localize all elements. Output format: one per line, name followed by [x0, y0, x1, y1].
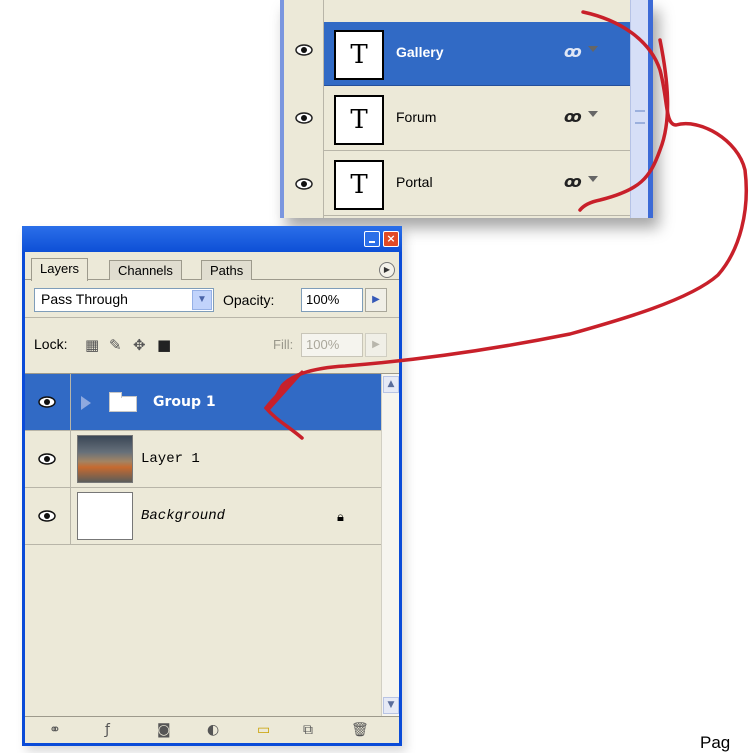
expand-effects-icon[interactable]: [588, 176, 598, 182]
layer-row-group-1[interactable]: Group 1: [25, 374, 381, 431]
minimize-button[interactable]: [364, 231, 380, 247]
layer-row-layer-1[interactable]: Layer 1: [25, 431, 381, 488]
image-layer-thumbnail: [77, 435, 133, 483]
fill-input[interactable]: 100%: [301, 333, 363, 357]
eye-icon[interactable]: [294, 44, 314, 56]
text-layer-thumbnail: T: [334, 160, 384, 210]
layer-effects-icon[interactable]: ꝏ: [564, 107, 582, 126]
layer-name: Forum: [396, 109, 437, 125]
layer-name: Portal: [396, 174, 433, 190]
eye-icon[interactable]: [37, 453, 57, 465]
layer-effects-icon[interactable]: ꝏ: [564, 172, 582, 191]
text-layer-thumbnail: T: [334, 30, 384, 80]
page-label: Pag: [700, 733, 731, 752]
layer-list: Group 1 Layer 1 Background 🔒︎: [25, 374, 381, 716]
layer-row-gallery[interactable]: T Gallery ꝏ: [324, 22, 630, 86]
opacity-label: Opacity:: [223, 292, 275, 308]
layer-effects-icon[interactable]: ꝏ: [564, 42, 582, 61]
palette-tabs: Layers Channels Paths ▶: [25, 252, 399, 281]
new-layer-icon[interactable]: ⧉: [303, 722, 313, 738]
visibility-toggle[interactable]: [25, 488, 71, 545]
visibility-column: [284, 0, 324, 218]
eye-icon[interactable]: [294, 112, 314, 124]
lock-label: Lock:: [34, 336, 68, 352]
layer-name: Background: [141, 508, 226, 524]
background-layer-thumbnail: [77, 492, 133, 540]
palette-menu-icon[interactable]: ▶: [379, 262, 395, 278]
visibility-toggle[interactable]: [25, 374, 71, 431]
close-button[interactable]: ×: [383, 231, 399, 247]
scroll-grip-icon[interactable]: [635, 110, 645, 124]
layer-row-background[interactable]: Background 🔒︎: [25, 488, 381, 545]
zoom-scrollbar[interactable]: [630, 0, 648, 218]
new-group-icon[interactable]: ▭: [257, 722, 270, 738]
layer-style-icon[interactable]: ƒ: [105, 722, 110, 738]
tab-layers[interactable]: Layers: [31, 258, 89, 281]
adjustment-layer-icon[interactable]: ◐: [207, 722, 219, 738]
opacity-input[interactable]: 100%: [301, 288, 363, 312]
layer-name: Group 1: [153, 394, 216, 410]
expand-effects-icon[interactable]: [588, 46, 598, 52]
chevron-down-icon[interactable]: ▼: [192, 290, 212, 310]
tab-paths[interactable]: Paths: [201, 260, 253, 280]
fill-slider-button[interactable]: ▶: [365, 333, 387, 357]
layer-row-forum[interactable]: T Forum ꝏ: [324, 87, 630, 151]
text-layer-thumbnail: T: [334, 95, 384, 145]
folder-icon: [109, 392, 137, 412]
layer-name: Layer 1: [141, 451, 200, 467]
lock-icon: 🔒︎: [337, 510, 344, 525]
tab-channels[interactable]: Channels: [109, 260, 182, 280]
eye-icon[interactable]: [294, 178, 314, 190]
lock-position-move-icon[interactable]: ✥: [133, 336, 146, 354]
zoomed-layers-panel: T Gallery ꝏ T Forum ꝏ T Portal ꝏ: [280, 0, 653, 218]
fill-label: Fill:: [273, 337, 294, 352]
eye-icon[interactable]: [37, 510, 57, 522]
lock-row: Lock: ▦ ✎ ✥ ■ Fill: 100% ▶: [25, 318, 399, 374]
blend-mode-value: Pass Through: [41, 291, 128, 307]
mask-icon[interactable]: ◙: [157, 722, 171, 738]
scroll-up-icon[interactable]: ▲: [383, 376, 399, 393]
expand-triangle-icon[interactable]: [81, 396, 91, 410]
eye-icon[interactable]: [37, 396, 57, 408]
lock-image-brush-icon[interactable]: ✎: [109, 336, 122, 354]
trash-icon[interactable]: 🗑︎: [351, 722, 369, 738]
visibility-toggle[interactable]: [25, 431, 71, 488]
layers-palette: × Layers Channels Paths ▶ Pass Through ▼…: [22, 226, 402, 746]
layer-row-portal[interactable]: T Portal ꝏ: [324, 152, 630, 216]
lock-transparency-icon[interactable]: ▦: [85, 336, 99, 354]
palette-bottom-bar: ⚭ ƒ ◙ ◐ ▭ ⧉ 🗑︎: [25, 716, 399, 743]
opacity-slider-button[interactable]: ▶: [365, 288, 387, 312]
expand-effects-icon[interactable]: [588, 111, 598, 117]
layer-name: Gallery: [396, 44, 444, 60]
layer-list-scrollbar[interactable]: ▲ ▼: [381, 374, 399, 716]
palette-titlebar[interactable]: ×: [22, 226, 402, 252]
scroll-down-icon[interactable]: ▼: [383, 697, 399, 714]
window-edge: [648, 0, 653, 218]
link-icon[interactable]: ⚭: [49, 722, 61, 738]
blend-mode-select[interactable]: Pass Through ▼: [34, 288, 214, 312]
blend-row: Pass Through ▼ Opacity: 100% ▶: [25, 280, 399, 318]
lock-all-icon[interactable]: ■: [157, 336, 171, 354]
